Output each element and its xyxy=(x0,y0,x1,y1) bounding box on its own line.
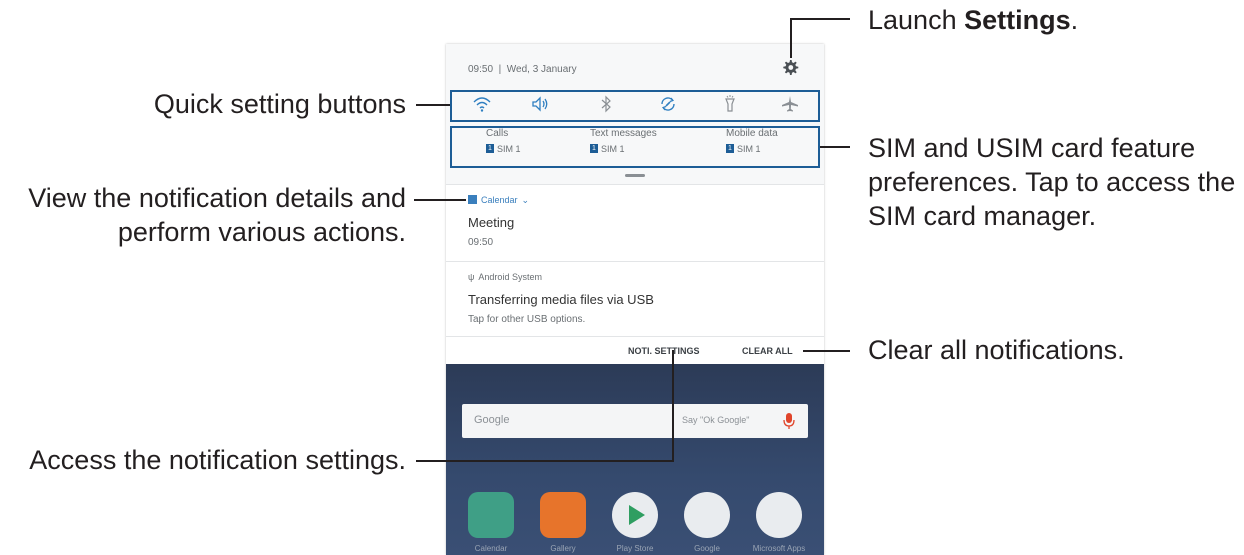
callout-view-line-2: perform various actions. xyxy=(117,217,406,247)
notification-usb[interactable]: ψ Android System Transferring media files… xyxy=(446,261,824,336)
callout-line-access xyxy=(672,350,674,461)
notification-title: Transferring media files via USB xyxy=(468,292,654,307)
search-hint: Say "Ok Google" xyxy=(682,415,750,425)
callout-line-quick xyxy=(416,104,450,106)
callout-view-line-1: View the notification details and xyxy=(28,183,406,213)
app-label: Microsoft Apps xyxy=(752,544,806,553)
app-label: Google xyxy=(694,544,720,553)
callout-sim-line-1: SIM and USIM card feature xyxy=(868,133,1196,163)
notification-subtext: Tap for other USB options. xyxy=(468,314,586,325)
play-store-app-icon[interactable] xyxy=(612,492,658,538)
notification-app-header: Calendar ⌄ xyxy=(468,195,529,206)
play-store-icon xyxy=(629,505,645,525)
status-row: 09:50 | Wed, 3 January xyxy=(446,44,824,86)
notification-subtext: 09:50 xyxy=(468,237,494,248)
notification-app-name: Calendar xyxy=(481,195,518,205)
microsoft-apps-folder-icon[interactable] xyxy=(756,492,802,538)
callout-sim-line-2: preferences. Tap to access the xyxy=(868,167,1236,197)
gear-icon[interactable] xyxy=(780,58,800,78)
google-folder-icon[interactable] xyxy=(684,492,730,538)
callout-line-settings xyxy=(790,18,792,58)
callout-line-access xyxy=(416,460,674,462)
callout-access-settings: Access the notification settings. xyxy=(29,445,406,475)
notification-title: Meeting xyxy=(468,215,515,230)
google-search-bar[interactable]: Google Say "Ok Google" xyxy=(462,404,808,438)
callout-launch-bold: Settings xyxy=(964,5,1071,35)
search-logo: Google xyxy=(474,414,510,426)
callout-launch-suffix: . xyxy=(1070,5,1079,35)
callout-quick-settings: Quick setting buttons xyxy=(153,89,406,119)
callout-launch-prefix: Launch xyxy=(868,5,965,35)
noti-settings-button[interactable]: NOTI. SETTINGS xyxy=(628,346,700,356)
app-label: Calendar xyxy=(474,544,508,553)
app-label: Gallery xyxy=(550,544,576,553)
mic-icon[interactable] xyxy=(782,412,796,430)
app-label: Play Store xyxy=(616,544,654,553)
status-separator: | xyxy=(495,64,504,75)
calendar-app-icon[interactable] xyxy=(468,492,514,538)
notification-app-header: ψ Android System xyxy=(468,272,542,282)
notification-calendar[interactable]: Calendar ⌄ Meeting 09:50 xyxy=(446,184,824,261)
chevron-down-icon[interactable]: ⌄ xyxy=(522,195,530,205)
usb-icon: ψ xyxy=(468,272,475,282)
sim-highlight xyxy=(450,126,820,168)
calendar-icon xyxy=(468,195,477,204)
gallery-app-icon[interactable] xyxy=(540,492,586,538)
clear-all-button[interactable]: CLEAR ALL xyxy=(742,346,793,356)
panel-drag-handle[interactable] xyxy=(625,174,645,177)
notification-actions-row: NOTI. SETTINGS CLEAR ALL xyxy=(446,336,824,365)
quick-settings-highlight xyxy=(450,90,820,122)
callout-launch-settings: Launch Settings. xyxy=(868,4,1078,37)
callout-line-settings xyxy=(790,18,850,20)
notification-app-name: Android System xyxy=(478,272,542,282)
callout-clear-all: Clear all notifications. xyxy=(868,335,1125,365)
status-time: 09:50 xyxy=(468,64,494,75)
status-datetime: 09:50 | Wed, 3 January xyxy=(468,64,577,75)
callout-line-sim xyxy=(820,146,850,148)
callout-sim-line-3: SIM card manager. xyxy=(868,201,1097,231)
phone-screen: 09:50 | Wed, 3 January Calls 1 SIM 1 Tex… xyxy=(446,44,824,555)
status-date: Wed, 3 January xyxy=(506,64,577,75)
callout-line-view xyxy=(414,199,466,201)
callout-line-clear xyxy=(803,350,850,352)
